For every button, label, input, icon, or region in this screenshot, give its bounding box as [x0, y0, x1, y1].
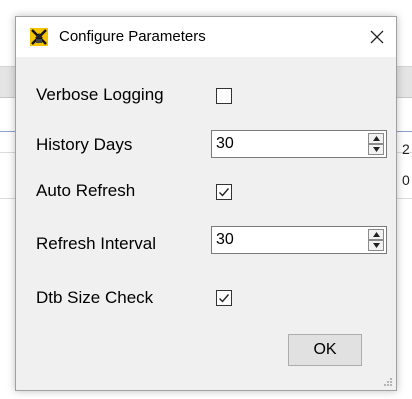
dialog-title: Configure Parameters [59, 28, 206, 45]
background-cell-text: 0 [402, 172, 410, 188]
dtb-size-check-checkbox[interactable] [216, 290, 232, 306]
refresh-interval-increment-button[interactable] [368, 229, 384, 240]
refresh-interval-decrement-button[interactable] [368, 240, 384, 251]
auto-refresh-checkbox[interactable] [216, 184, 232, 200]
resize-grip-icon[interactable] [383, 377, 393, 387]
arrow-up-icon [373, 136, 380, 141]
refresh-interval-spinbox[interactable]: 30 [211, 226, 387, 254]
arrow-down-icon [373, 147, 380, 152]
history-days-label: History Days [36, 135, 133, 154]
dtb-size-check-label: Dtb Size Check [36, 288, 154, 307]
verbose-logging-checkbox[interactable] [216, 88, 232, 104]
history-days-spinbox[interactable]: 30 [211, 130, 387, 158]
spin-buttons [368, 229, 384, 251]
history-days-increment-button[interactable] [368, 133, 384, 144]
dialog-titlebar: Configure Parameters [16, 17, 396, 57]
history-days-value[interactable]: 30 [216, 135, 234, 153]
checkmark-icon [219, 294, 230, 303]
configure-parameters-dialog: Configure Parameters Verbose Logging His… [15, 16, 397, 391]
arrow-down-icon [373, 243, 380, 248]
refresh-interval-value[interactable]: 30 [216, 231, 234, 249]
arrow-up-icon [373, 232, 380, 237]
close-icon [370, 30, 384, 44]
checkmark-icon [219, 188, 230, 197]
spin-buttons [368, 133, 384, 155]
app-icon [29, 27, 49, 47]
close-button[interactable] [362, 23, 392, 51]
history-days-decrement-button[interactable] [368, 144, 384, 155]
background-cell-text: 2 [402, 141, 410, 157]
refresh-interval-label: Refresh Interval [36, 234, 156, 253]
ok-button[interactable]: OK [288, 334, 362, 366]
auto-refresh-label: Auto Refresh [36, 181, 136, 200]
verbose-logging-label: Verbose Logging [36, 85, 164, 104]
